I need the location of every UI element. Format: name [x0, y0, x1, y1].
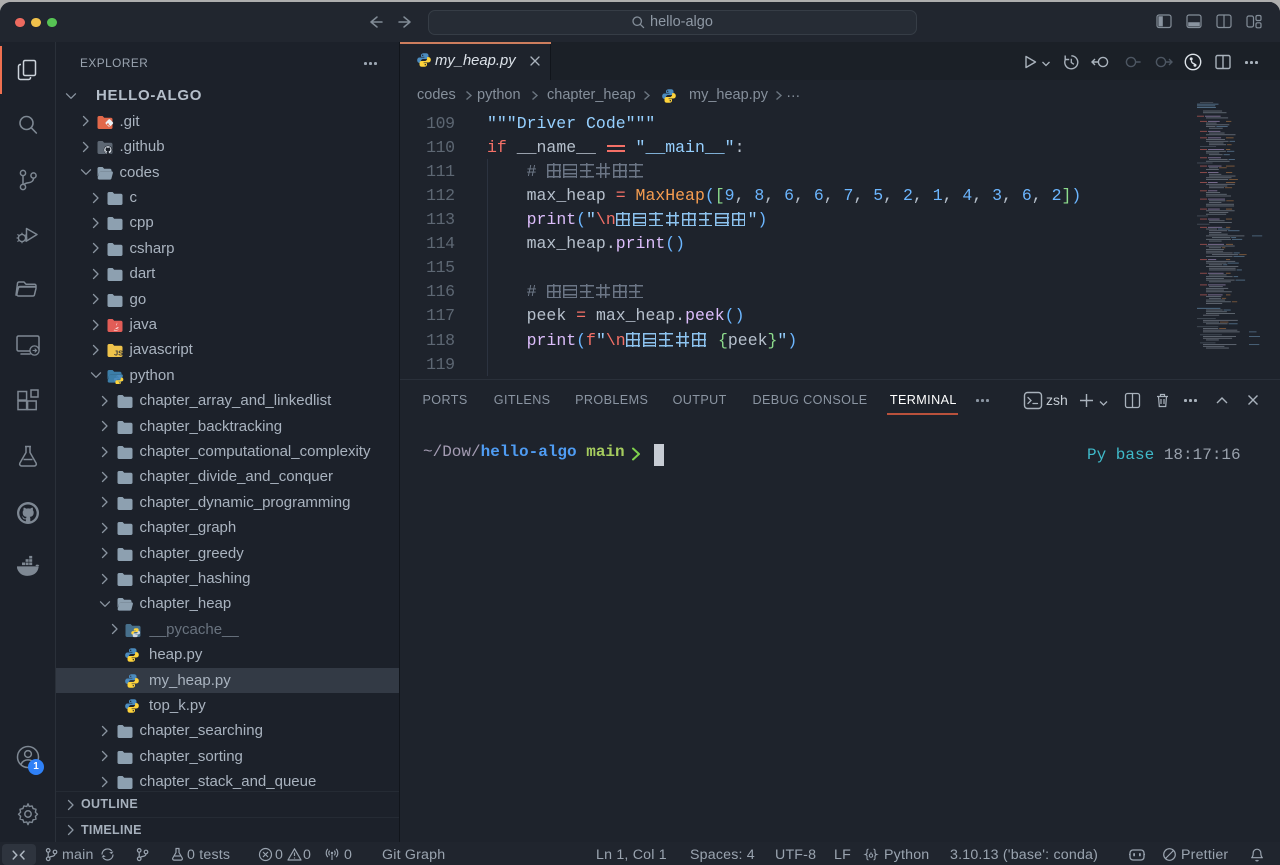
svg-text:JS: JS [114, 349, 123, 358]
